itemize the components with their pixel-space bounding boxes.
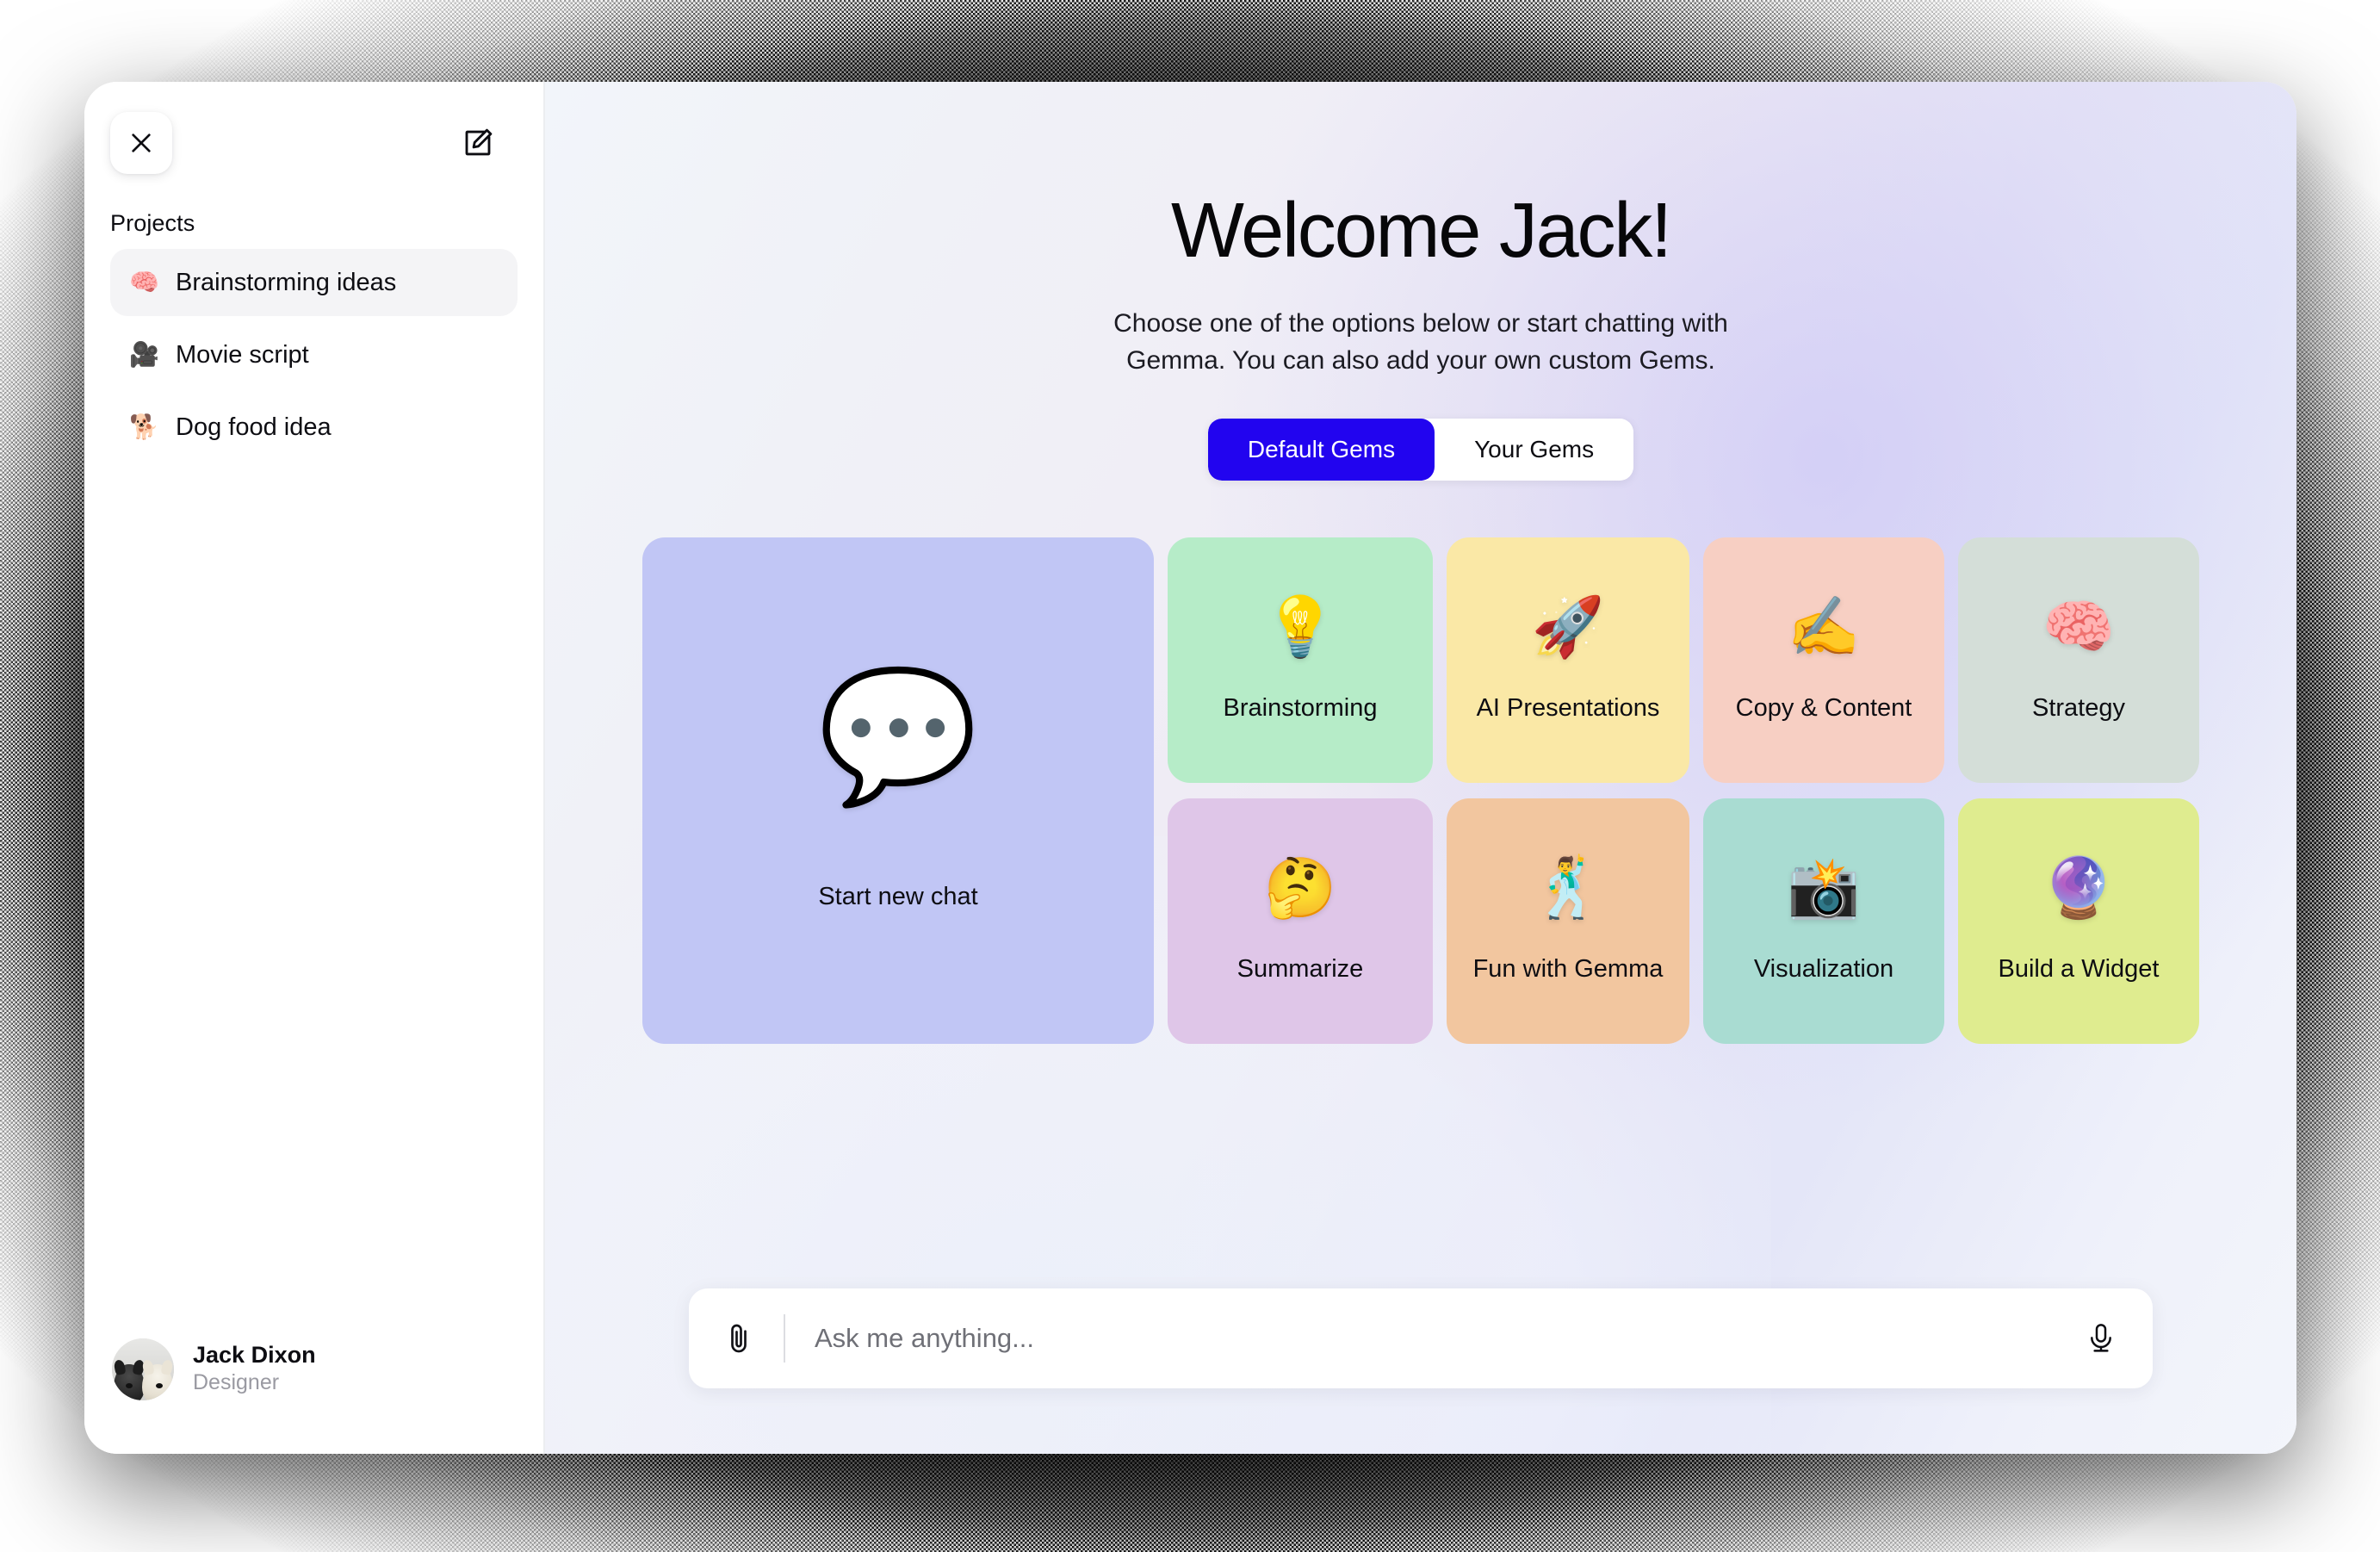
speech-balloon-emoji: 💬: [818, 671, 979, 800]
card-label: Visualization: [1754, 955, 1893, 984]
card-label: Fun with Gemma: [1473, 955, 1664, 984]
paperclip-icon[interactable]: [722, 1321, 756, 1356]
thinking-face-emoji: 🤔: [1264, 859, 1337, 917]
rocket-emoji: 🚀: [1532, 598, 1605, 656]
app-window: Projects 🧠 Brainstorming ideas 🎥 Movie s…: [84, 82, 2296, 1454]
movie-camera-emoji: 🎥: [129, 343, 158, 367]
main-panel: Welcome Jack! Choose one of the options …: [545, 82, 2296, 1454]
hero-section: Welcome Jack! Choose one of the options …: [1106, 82, 1735, 379]
writing-hand-emoji: ✍️: [1788, 598, 1861, 656]
gem-card-visualization[interactable]: 📸 Visualization: [1703, 798, 1944, 1044]
composer-area: [545, 1288, 2296, 1388]
compose-icon[interactable]: [447, 112, 509, 174]
composer: [689, 1288, 2153, 1388]
tab-default-gems[interactable]: Default Gems: [1208, 419, 1435, 481]
gem-card-fun-with-gemma[interactable]: 🕺 Fun with Gemma: [1447, 798, 1689, 1044]
card-label: Copy & Content: [1736, 694, 1912, 723]
card-label: Summarize: [1237, 955, 1364, 984]
camera-flash-emoji: 📸: [1788, 859, 1861, 917]
composer-divider: [784, 1314, 785, 1363]
page-subtitle: Choose one of the options below or start…: [1106, 306, 1735, 379]
user-profile[interactable]: Jack Dixon Designer: [84, 1338, 543, 1454]
gem-card-copy-and-content[interactable]: ✍️ Copy & Content: [1703, 537, 1944, 783]
card-label: Start new chat: [818, 883, 977, 911]
sidebar-item-brainstorming-ideas[interactable]: 🧠 Brainstorming ideas: [110, 249, 518, 316]
gem-card-strategy[interactable]: 🧠 Strategy: [1958, 537, 2199, 783]
brain-emoji: 🧠: [2042, 598, 2116, 656]
gem-card-build-a-widget[interactable]: 🔮 Build a Widget: [1958, 798, 2199, 1044]
sidebar-item-label: Movie script: [176, 341, 309, 369]
man-dancing-emoji: 🕺: [1532, 859, 1605, 917]
dog-emoji: 🐕: [129, 415, 158, 439]
user-text-block: Jack Dixon Designer: [193, 1342, 316, 1396]
gems-grid: 💬 Start new chat 💡 Brainstorming 🚀 AI Pr…: [642, 537, 2199, 1044]
gem-card-summarize[interactable]: 🤔 Summarize: [1168, 798, 1433, 1044]
card-label: Build a Widget: [1999, 955, 2160, 984]
start-new-chat-card[interactable]: 💬 Start new chat: [642, 537, 1154, 1044]
card-label: AI Presentations: [1477, 694, 1660, 723]
tab-your-gems[interactable]: Your Gems: [1435, 419, 1633, 481]
page-title: Welcome Jack!: [1106, 192, 1735, 270]
gems-toggle: Default Gems Your Gems: [1208, 419, 1633, 481]
microphone-icon[interactable]: [2084, 1321, 2118, 1356]
sidebar: Projects 🧠 Brainstorming ideas 🎥 Movie s…: [84, 82, 545, 1454]
card-label: Brainstorming: [1224, 694, 1378, 723]
brain-emoji: 🧠: [129, 270, 158, 295]
sidebar-item-dog-food-idea[interactable]: 🐕 Dog food idea: [110, 394, 518, 461]
user-name: Jack Dixon: [193, 1342, 316, 1369]
sidebar-project-list: 🧠 Brainstorming ideas 🎥 Movie script 🐕 D…: [84, 249, 543, 461]
card-label: Strategy: [2032, 694, 2125, 723]
sidebar-item-movie-script[interactable]: 🎥 Movie script: [110, 321, 518, 388]
light-bulb-emoji: 💡: [1264, 598, 1337, 656]
avatar: [112, 1338, 174, 1400]
crystal-ball-emoji: 🔮: [2042, 859, 2116, 917]
close-icon[interactable]: [110, 112, 172, 174]
gem-card-brainstorming[interactable]: 💡 Brainstorming: [1168, 537, 1433, 783]
chat-input[interactable]: [815, 1323, 2084, 1354]
sidebar-item-label: Brainstorming ideas: [176, 269, 396, 297]
user-role: Designer: [193, 1369, 316, 1396]
sidebar-section-label: Projects: [84, 174, 543, 249]
gem-card-ai-presentations[interactable]: 🚀 AI Presentations: [1447, 537, 1689, 783]
sidebar-item-label: Dog food idea: [176, 413, 332, 442]
sidebar-header: [84, 82, 543, 174]
desktop-backdrop: Projects 🧠 Brainstorming ideas 🎥 Movie s…: [0, 0, 2380, 1552]
